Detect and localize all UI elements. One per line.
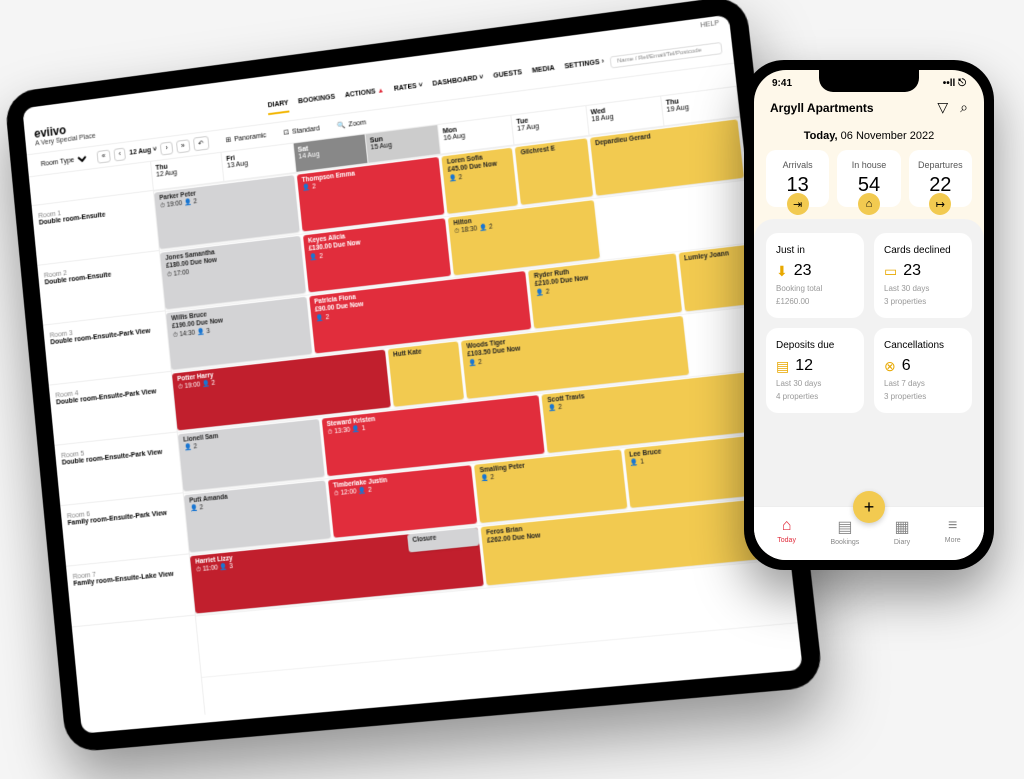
today-label: Today, 06 November 2022 [754, 122, 984, 150]
kpi-card[interactable]: Departures22↦ [909, 150, 972, 207]
phone-notch [819, 70, 919, 92]
booking-block[interactable]: Lionell Sam2 [178, 419, 324, 491]
nav-diary[interactable]: DIARY [267, 96, 289, 115]
tablet-device: HELP eviivo A Very Special Place DIARY B… [4, 0, 824, 753]
status-time: 9:41 [772, 78, 792, 89]
prev-fast[interactable]: « [96, 149, 110, 163]
nav-guests[interactable]: GUESTS [493, 65, 523, 86]
nav-media[interactable]: MEDIA [531, 61, 555, 81]
status-signal: ••ll ⎋ [943, 78, 966, 89]
room-row[interactable]: Room 7Family room-Ensuite-Lake View [66, 554, 195, 627]
phone-property: Argyll Apartments [770, 101, 874, 115]
booking-block[interactable]: Ryder Ruth£210.00 Due Now2 [528, 253, 682, 328]
tab-diary[interactable]: ▦Diary [894, 517, 910, 546]
kpi-card[interactable]: Arrivals13⇥ [766, 150, 829, 207]
help-link[interactable]: HELP [700, 20, 719, 29]
filter-icon[interactable]: ▽ [937, 99, 948, 116]
phone-device: 9:41 ••ll ⎋ Argyll Apartments ▽ ⌕ Today,… [744, 60, 994, 570]
nav-bookings[interactable]: BOOKINGS [297, 90, 336, 111]
nav-actions[interactable]: ACTIONS ▲ [344, 83, 385, 105]
next-fast[interactable]: » [176, 139, 190, 153]
booking-block[interactable]: Willis Bruce£190.00 Due Now14:30 3 [166, 297, 312, 370]
view-zoom[interactable]: 🔍 Zoom [337, 118, 367, 130]
stat-card[interactable]: Deposits due▤12Last 30 days4 properties [766, 328, 864, 413]
stat-card[interactable]: Cancellations⊗6Last 7 days3 properties [874, 328, 972, 413]
booking-block[interactable]: Putt Amanda2 [184, 480, 331, 552]
booking-block[interactable]: Loren Sofia£45.00 Due Now2 [441, 148, 518, 214]
search-input[interactable]: Name / Ref/Email/Tel/Postcode [610, 41, 723, 68]
tablet-screen: HELP eviivo A Very Special Place DIARY B… [22, 15, 803, 734]
booking-block[interactable]: Smalling Peter2 [474, 450, 627, 524]
stat-card[interactable]: Cards declined▭23Last 30 days3 propertie… [874, 233, 972, 318]
prev[interactable]: ‹ [113, 147, 126, 161]
alert-icon: ▲ [377, 87, 384, 95]
undo[interactable]: ↶ [193, 136, 209, 152]
current-date[interactable]: 12 Aug ˅ [129, 146, 157, 156]
tab-bookings[interactable]: ▤Bookings [831, 517, 860, 546]
phone-screen: 9:41 ••ll ⎋ Argyll Apartments ▽ ⌕ Today,… [754, 70, 984, 560]
stat-card[interactable]: Just in⬇23Booking total£1260.00 [766, 233, 864, 318]
booking-block[interactable]: Timberlake Justin12:00 2 [328, 465, 478, 538]
kpi-card[interactable]: In house54⌂ [837, 150, 900, 207]
booking-block[interactable]: Gilchrest E [515, 138, 593, 205]
tab-more[interactable]: ≡More [945, 517, 961, 546]
nav-rates[interactable]: RATES ˅ [393, 78, 423, 98]
booking-block[interactable]: Hutt Kate [388, 341, 464, 407]
tab-today[interactable]: ⌂Today [777, 517, 796, 546]
fab-add[interactable]: + [853, 491, 885, 523]
diary-grid: Room 1Double room-EnsuiteRoom 2Double ro… [29, 87, 802, 726]
nav-settings[interactable]: SETTINGS › [564, 54, 605, 76]
view-standard[interactable]: ⊡ Standard [283, 124, 320, 136]
view-panoramic[interactable]: ⊞ Panoramic [225, 131, 266, 144]
nav-dashboard[interactable]: DASHBOARD ˅ [432, 70, 485, 93]
search-icon[interactable]: ⌕ [960, 99, 968, 116]
room-type-select[interactable]: Room Type [37, 154, 90, 169]
next[interactable]: › [160, 141, 173, 155]
